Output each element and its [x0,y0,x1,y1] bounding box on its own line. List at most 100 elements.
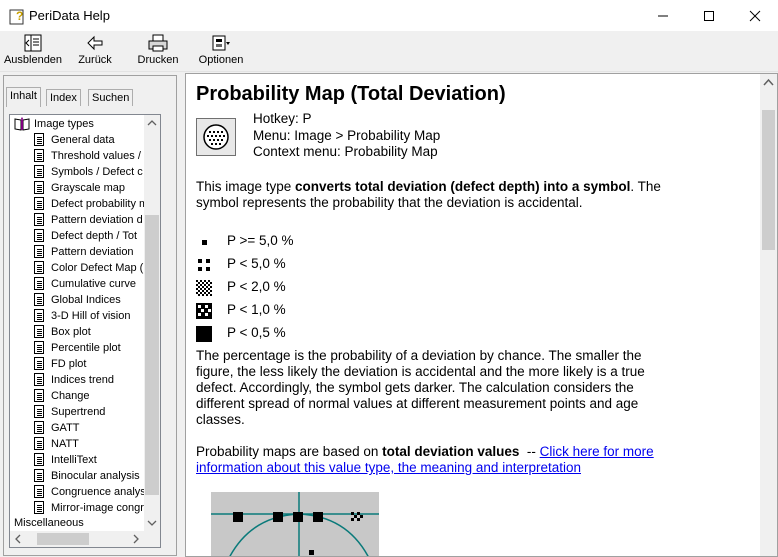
close-icon [749,10,761,21]
tab-index[interactable]: Index [46,89,81,106]
topic-page-icon [34,165,44,178]
tree-item-label: Pattern deviation [51,246,134,258]
help-app-icon: ? [9,9,24,25]
tree-scroll-thumb[interactable] [145,215,159,495]
probability-map-icon [203,124,229,150]
options-button[interactable]: Optionen [197,33,245,71]
tree-item-label: IntelliText [51,454,97,466]
topic-page-icon [34,485,44,498]
tree-item-label: NATT [51,438,79,450]
content-scroll-up-icon [763,78,774,86]
probability-map-button[interactable] [196,118,236,156]
topic-page-icon [34,229,44,242]
options-icon [212,35,230,51]
symbol-dark-checker-icon [196,303,212,319]
topic-page-icon [34,149,44,162]
topic-page-icon [34,293,44,306]
tab-search-label: Suchen [92,92,130,104]
scroll-up-icon [147,120,157,126]
hotkey-text: Hotkey: P [253,111,312,126]
topic-page-icon [34,453,44,466]
tree-horizontal-scrollbar[interactable] [10,531,160,547]
hide-button[interactable]: Ausblenden [3,33,63,71]
tree-item-label: Defect probability m [51,198,149,210]
tree-item-label: Grayscale map [51,182,125,194]
tree-item-label: Defect depth / Tot [51,230,138,242]
tree-hscroll-thumb[interactable] [37,533,89,545]
tree-item-label: Global Indices [51,294,121,306]
legend-label-3: P < 2,0 % [227,279,286,294]
context-menu-text: Context menu: Probability Map [253,144,438,159]
tree-item-label: GATT [51,422,80,434]
tree-item-label: Box plot [51,326,91,338]
topic-page-icon [34,197,44,210]
topic-page-icon [34,357,44,370]
tree-misc[interactable]: Miscellaneous [14,515,84,531]
scroll-right-icon [133,534,139,544]
tree-item-label: FD plot [51,358,87,370]
legend-label-5: P < 0,5 % [227,325,286,340]
topic-page-icon [34,341,44,354]
tree-item-label: Binocular analysis [51,470,140,482]
content-vertical-scrollbar[interactable] [760,74,777,556]
tree-item-label: Cumulative curve [51,278,136,290]
topic-page-icon [34,405,44,418]
content-scroll-thumb[interactable] [762,110,775,250]
symbol-light-checker-icon [196,280,212,296]
tab-index-label: Index [50,92,77,104]
symbol-solid-square-icon [196,326,212,342]
back-button[interactable]: Zurück [75,33,115,71]
tree-item-label: Supertrend [51,406,106,418]
tree-item-label: Threshold values / [51,150,141,162]
tree-item-label: General data [51,134,115,146]
tree-root-label: Image types [34,118,94,130]
explanation-paragraph: The percentage is the probability of a d… [196,348,645,427]
legend-label-1: P >= 5,0 % [227,233,294,248]
topic-page-icon [34,389,44,402]
topic-page-icon [34,261,44,274]
tree-misc-label: Miscellaneous [14,517,84,529]
content-pane: Probability Map (Total Deviation) Hotkey… [185,73,778,557]
topic-page-icon [34,325,44,338]
tree-item-label: Mirror-image congr [51,502,144,514]
maximize-button[interactable] [686,0,732,31]
printer-icon [148,34,168,52]
title-bar: ? PeriData Help [0,0,778,31]
navigation-pane: Inhalt Index Suchen Image types General … [0,73,180,557]
scroll-left-icon [15,534,21,544]
topic-page-icon [34,277,44,290]
legend-label-4: P < 1,0 % [227,302,286,317]
legend-label-2: P < 5,0 % [227,256,286,271]
print-label: Drucken [137,54,179,66]
contents-tree: Image types General data Threshold values… [9,114,161,548]
tree-item-label: Pattern deviation d [51,214,143,226]
tab-contents[interactable]: Inhalt [6,87,41,107]
toolbar: Ausblenden Zurück Drucken Optionen [0,31,778,72]
back-label: Zurück [78,54,112,66]
tab-contents-label: Inhalt [10,90,37,102]
topic-page-icon [34,181,44,194]
topic-page-icon [34,501,44,514]
tree-item-label: Change [51,390,90,402]
topic-page-icon [34,373,44,386]
tree-vertical-scrollbar[interactable] [144,115,160,531]
page-title: Probability Map (Total Deviation) [196,83,506,105]
minimize-button[interactable] [640,0,686,31]
close-button[interactable] [732,0,778,31]
window-title: PeriData Help [29,8,110,23]
example-map-image [211,492,379,556]
tree-item-label: Symbols / Defect c [51,166,143,178]
tab-search[interactable]: Suchen [88,89,134,106]
symbol-dot-icon [202,240,207,245]
intro-bold: converts total deviation (defect depth) … [295,179,631,194]
total-deviation-paragraph: Probability maps are based on total devi… [196,444,661,476]
intro-paragraph: This image type converts total deviation… [196,179,661,211]
para3-sep: -- [519,444,540,459]
tree-item-label: 3-D Hill of vision [51,310,131,322]
menu-path-text: Menu: Image > Probability Map [253,128,441,143]
intro-pre: This image type [196,179,296,194]
print-button[interactable]: Drucken [135,33,181,71]
options-label: Optionen [198,54,244,66]
topic-page-icon [34,437,44,450]
topic-page-icon [34,309,44,322]
